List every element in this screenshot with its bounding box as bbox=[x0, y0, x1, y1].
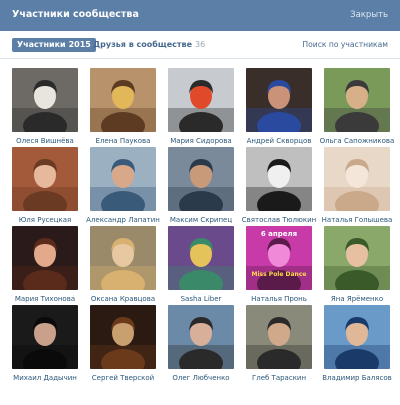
member-name[interactable]: Максим Скрипец bbox=[162, 216, 240, 224]
tab-friends-label: Друзья в сообществе bbox=[93, 40, 192, 49]
member-avatar[interactable] bbox=[168, 68, 234, 132]
member-avatar[interactable] bbox=[324, 226, 390, 290]
search-members-link[interactable]: Поиск по участникам bbox=[302, 40, 388, 49]
member-name[interactable]: Александр Лапатин bbox=[84, 216, 162, 224]
member-avatar[interactable] bbox=[168, 305, 234, 369]
member-avatar[interactable]: 6 апреля Miss Pole Dance bbox=[246, 226, 312, 290]
avatar-image bbox=[90, 305, 156, 369]
member-avatar[interactable] bbox=[90, 226, 156, 290]
member-name[interactable]: Оксана Кравцова bbox=[84, 295, 162, 303]
avatar-image bbox=[246, 147, 312, 211]
member-name[interactable]: Глеб Тараскин bbox=[240, 374, 318, 382]
tab-members-label: Участники bbox=[17, 40, 66, 49]
member-name[interactable]: Sasha Liber bbox=[162, 295, 240, 303]
avatar-image bbox=[246, 305, 312, 369]
avatar-image bbox=[168, 226, 234, 290]
avatar-image bbox=[324, 68, 390, 132]
member-name[interactable]: Ольга Сапожникова bbox=[318, 137, 396, 145]
member-avatar[interactable] bbox=[12, 305, 78, 369]
member-avatar[interactable] bbox=[246, 305, 312, 369]
member-name[interactable]: Андрей Скворцов bbox=[240, 137, 318, 145]
member-avatar[interactable] bbox=[90, 305, 156, 369]
tab-bar: Участники 2015 Друзья в сообществе 36 Поис… bbox=[0, 31, 400, 59]
members-dialog: Участники сообщества Закрыть Участники 20… bbox=[0, 0, 400, 405]
member-avatar[interactable] bbox=[12, 147, 78, 211]
tab-friends-count: 36 bbox=[195, 40, 206, 49]
member-avatar[interactable] bbox=[324, 147, 390, 211]
member-name[interactable]: Михаил Дадычин bbox=[6, 374, 84, 382]
avatar-image bbox=[168, 305, 234, 369]
member-avatar[interactable] bbox=[324, 305, 390, 369]
member-name[interactable]: Олеся Вишнёва bbox=[6, 137, 84, 145]
dialog-title: Участники сообщества bbox=[12, 9, 139, 20]
avatar-image bbox=[324, 305, 390, 369]
member-avatar[interactable] bbox=[324, 68, 390, 132]
avatar-image bbox=[246, 68, 312, 132]
avatar-image bbox=[90, 68, 156, 132]
member-name[interactable]: Мария Сидорова bbox=[162, 137, 240, 145]
poster-title: Miss Pole Dance bbox=[252, 271, 307, 278]
member-name[interactable]: Юля Русецкая bbox=[6, 216, 84, 224]
tab-friends[interactable]: Друзья в сообществе 36 bbox=[93, 40, 205, 49]
member-avatar[interactable] bbox=[90, 147, 156, 211]
avatar-image bbox=[324, 226, 390, 290]
members-grid: Олеся Вишнёва Елена Паукова Мария Сидорова… bbox=[0, 59, 400, 405]
member-name[interactable]: Святослав Тюлюкин bbox=[240, 216, 318, 224]
member-avatar[interactable] bbox=[168, 226, 234, 290]
avatar-image bbox=[168, 68, 234, 132]
avatar-image bbox=[12, 68, 78, 132]
avatar-image bbox=[168, 147, 234, 211]
member-avatar[interactable] bbox=[246, 68, 312, 132]
avatar-image: 6 апреля Miss Pole Dance bbox=[246, 226, 312, 290]
avatar-image bbox=[324, 147, 390, 211]
avatar-image bbox=[90, 226, 156, 290]
avatar-image bbox=[12, 226, 78, 290]
member-name[interactable]: Владимир Балясов bbox=[318, 374, 396, 382]
member-name[interactable]: Наталья Пронь bbox=[240, 295, 318, 303]
tab-members[interactable]: Участники 2015 bbox=[12, 38, 96, 52]
member-name[interactable]: Яна Ярёменко bbox=[318, 295, 396, 303]
member-avatar[interactable] bbox=[246, 147, 312, 211]
member-avatar[interactable] bbox=[90, 68, 156, 132]
member-name[interactable]: Олег Любченко bbox=[162, 374, 240, 382]
dialog-header: Участники сообщества Закрыть bbox=[0, 0, 400, 31]
tab-members-count: 2015 bbox=[68, 40, 91, 49]
member-name[interactable]: Наталья Голышева bbox=[318, 216, 396, 224]
poster-date: 6 апреля bbox=[261, 230, 297, 238]
member-name[interactable]: Елена Паукова bbox=[84, 137, 162, 145]
avatar-image bbox=[12, 305, 78, 369]
member-avatar[interactable] bbox=[12, 68, 78, 132]
avatar-image bbox=[12, 147, 78, 211]
member-avatar[interactable] bbox=[12, 226, 78, 290]
member-name[interactable]: Мария Тихонова bbox=[6, 295, 84, 303]
avatar-image bbox=[90, 147, 156, 211]
member-avatar[interactable] bbox=[168, 147, 234, 211]
member-name[interactable]: Сергей Тверской bbox=[84, 374, 162, 382]
close-button[interactable]: Закрыть bbox=[350, 10, 388, 20]
